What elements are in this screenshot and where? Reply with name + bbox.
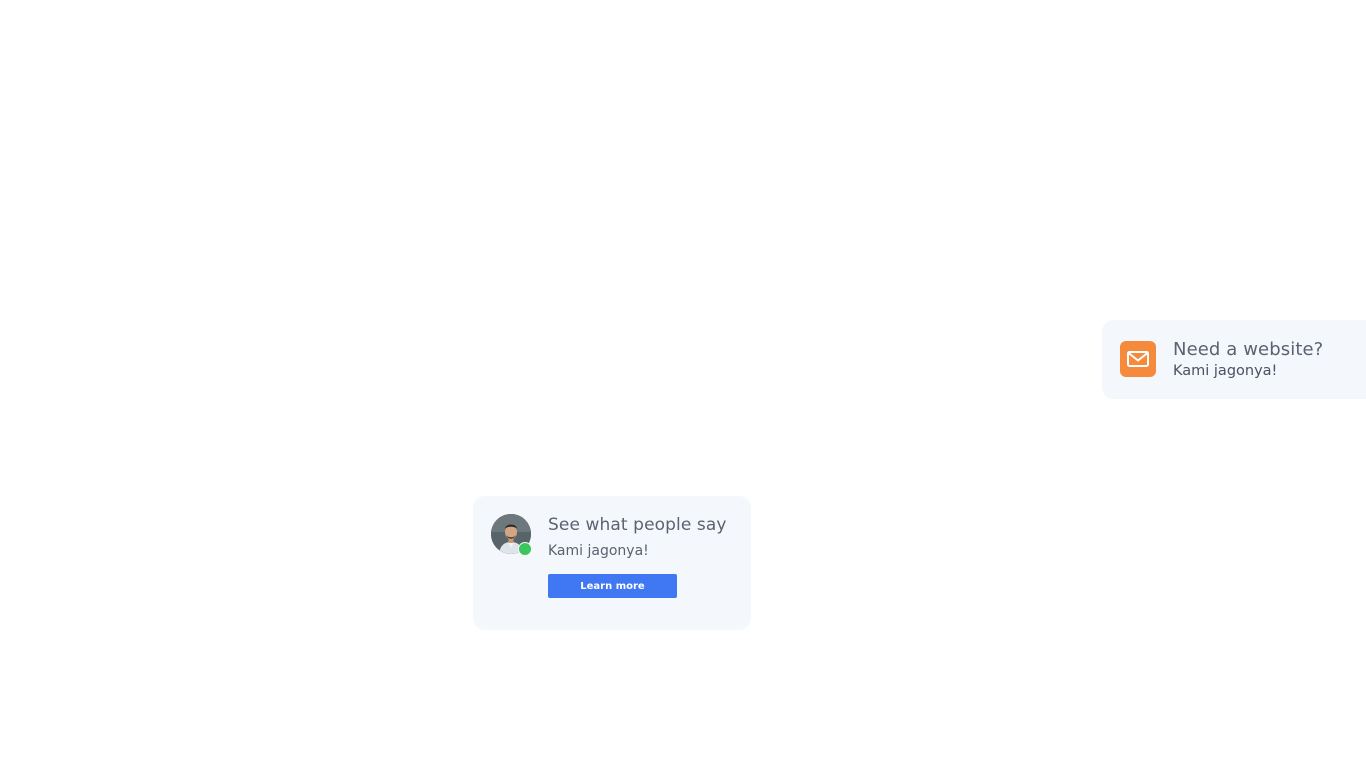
notification-subtitle: Kami jagonya! (1173, 363, 1278, 379)
website-notification-card[interactable]: Need a website? Kami jagonya! (1102, 320, 1366, 399)
testimonial-title: See what people say (548, 515, 727, 535)
mail-icon (1120, 341, 1156, 377)
testimonial-subtitle: Kami jagonya! (548, 543, 649, 559)
online-status-dot (518, 542, 532, 556)
page: Need a website? Kami jagonya! See what p… (0, 0, 1366, 768)
learn-more-button[interactable]: Learn more (548, 574, 677, 598)
testimonial-card: See what people say Kami jagonya! Learn … (473, 496, 751, 630)
avatar (491, 514, 532, 556)
notification-title: Need a website? (1173, 339, 1324, 360)
